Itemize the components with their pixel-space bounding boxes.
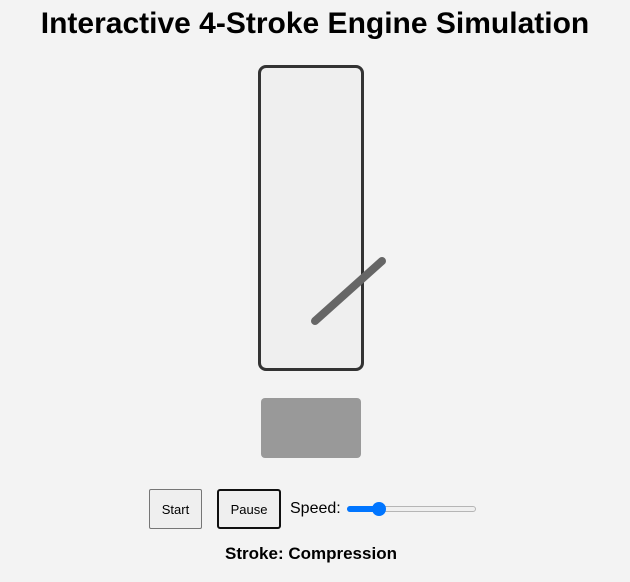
stroke-status-prefix: Stroke: [225, 544, 289, 563]
engine-cylinder [258, 65, 364, 371]
piston [261, 398, 361, 458]
engine-simulation-page: Interactive 4-Stroke Engine Simulation S… [0, 0, 630, 582]
stroke-status: Stroke: Compression [0, 544, 622, 564]
speed-slider-thumb[interactable] [371, 502, 386, 516]
speed-slider[interactable] [346, 501, 476, 517]
pause-button[interactable]: Pause [217, 489, 281, 529]
simulation-controls: Start Pause Speed: [149, 489, 476, 529]
start-button[interactable]: Start [149, 489, 202, 529]
page-title: Interactive 4-Stroke Engine Simulation [40, 7, 590, 40]
stroke-status-value: Compression [288, 544, 397, 563]
speed-label: Speed: [290, 500, 341, 517]
